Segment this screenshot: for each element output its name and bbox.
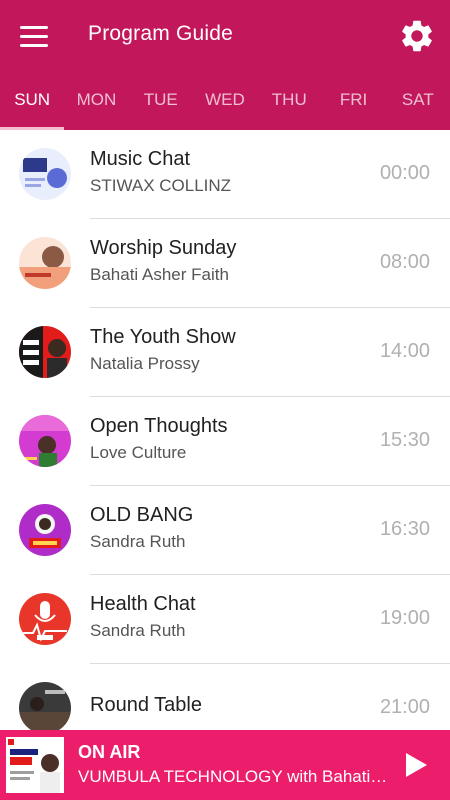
program-thumbnail xyxy=(19,148,71,200)
tab-thu[interactable]: THU xyxy=(257,75,321,130)
app-bar: Program Guide xyxy=(0,0,450,75)
program-thumbnail xyxy=(19,237,71,289)
program-time: 14:00 xyxy=(379,340,430,362)
program-name: Music Chat xyxy=(90,148,191,170)
program-time: 19:00 xyxy=(379,607,430,629)
now-playing-artwork xyxy=(6,737,64,793)
program-name: The Youth Show xyxy=(90,326,236,348)
program-thumbnail xyxy=(19,415,71,467)
program-host: Love Culture xyxy=(90,443,187,462)
day-tabs: SUN MON TUE WED THU FRI SAT xyxy=(0,75,450,130)
program-host: STIWAX COLLINZ xyxy=(90,176,232,195)
tab-fri[interactable]: FRI xyxy=(321,75,385,130)
program-row[interactable]: Worship Sunday Bahati Asher Faith 08:00 xyxy=(0,219,450,308)
now-playing-title: VUMBULA TECHNOLOGY with Bahati Asher Fai… xyxy=(78,767,388,786)
gear-icon[interactable] xyxy=(398,17,436,55)
program-host: Sandra Ruth xyxy=(90,621,186,640)
program-row[interactable]: OLD BANG Sandra Ruth 16:30 xyxy=(0,486,450,575)
program-thumbnail xyxy=(19,504,71,556)
program-time: 08:00 xyxy=(379,251,430,273)
program-time: 21:00 xyxy=(379,696,430,718)
now-playing-bar[interactable]: ON AIR VUMBULA TECHNOLOGY with Bahati As… xyxy=(0,730,450,800)
program-row[interactable]: Health Chat Sandra Ruth 19:00 xyxy=(0,575,450,664)
page-title: Program Guide xyxy=(88,22,233,45)
program-host: Sandra Ruth xyxy=(90,532,186,551)
tab-sun[interactable]: SUN xyxy=(0,75,65,130)
program-row[interactable]: Music Chat STIWAX COLLINZ 00:00 xyxy=(0,130,450,219)
program-time: 16:30 xyxy=(379,518,430,540)
tab-sat[interactable]: SAT xyxy=(386,75,450,130)
program-name: Health Chat xyxy=(90,593,196,615)
program-thumbnail xyxy=(19,593,71,645)
program-row[interactable]: Open Thoughts Love Culture 15:30 xyxy=(0,397,450,486)
play-icon[interactable] xyxy=(400,750,430,780)
program-time: 15:30 xyxy=(379,429,430,451)
program-name: Round Table xyxy=(90,694,202,716)
tab-mon[interactable]: MON xyxy=(64,75,128,130)
tab-tue[interactable]: TUE xyxy=(129,75,193,130)
program-row[interactable]: Round Table 21:00 xyxy=(0,664,450,730)
program-name: Worship Sunday xyxy=(90,237,237,259)
program-list: Music Chat STIWAX COLLINZ 00:00 Worship … xyxy=(0,130,450,730)
program-thumbnail xyxy=(19,326,71,378)
on-air-label: ON AIR xyxy=(78,742,141,762)
hamburger-menu-icon[interactable] xyxy=(20,26,50,48)
program-thumbnail xyxy=(19,682,71,730)
program-row[interactable]: The Youth Show Natalia Prossy 14:00 xyxy=(0,308,450,397)
program-time: 00:00 xyxy=(379,162,430,184)
program-host: Natalia Prossy xyxy=(90,354,200,373)
program-name: Open Thoughts xyxy=(90,415,228,437)
program-name: OLD BANG xyxy=(90,504,194,526)
tab-wed[interactable]: WED xyxy=(193,75,257,130)
program-host: Bahati Asher Faith xyxy=(90,265,229,284)
